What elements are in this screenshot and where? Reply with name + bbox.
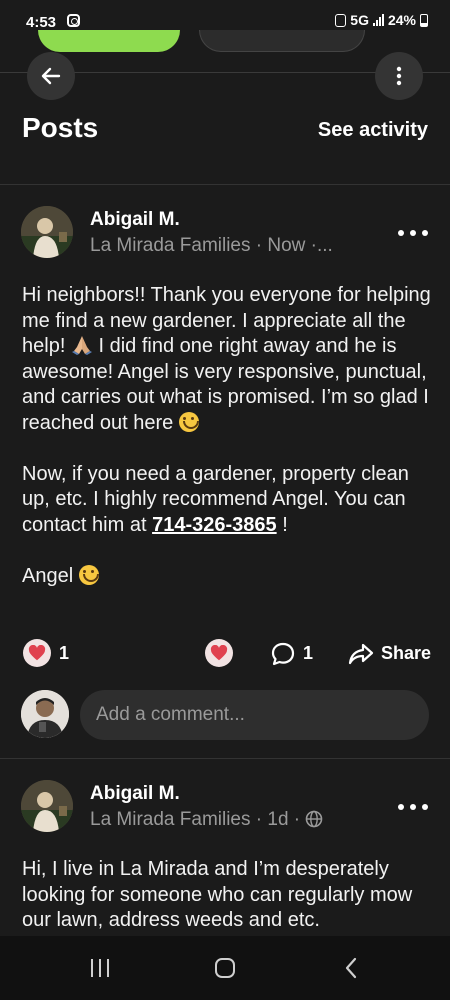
comment-icon[interactable] bbox=[270, 641, 296, 667]
share-button[interactable]: Share bbox=[381, 643, 431, 664]
page-title: Posts bbox=[22, 112, 99, 143]
post-paragraph-1: Hi neighbors!! Thank you everyone for he… bbox=[22, 283, 432, 436]
post-divider bbox=[0, 758, 450, 759]
battery-level: 24% bbox=[387, 12, 416, 28]
nav-back-icon[interactable] bbox=[344, 957, 358, 979]
post-paragraph-2: Now, if you need a gardener, property cl… bbox=[22, 462, 432, 539]
smile-icon bbox=[178, 411, 199, 432]
reaction-summary[interactable] bbox=[23, 639, 51, 667]
see-activity-link[interactable]: See activity bbox=[318, 119, 428, 142]
post-body: Hi neighbors!! Thank you everyone for he… bbox=[22, 283, 432, 589]
post-more-button[interactable] bbox=[398, 227, 428, 239]
partial-dark-button[interactable] bbox=[199, 30, 365, 52]
status-right: 5G 24% bbox=[335, 12, 428, 28]
post-more-button[interactable] bbox=[398, 801, 428, 813]
smile-icon bbox=[78, 564, 99, 585]
section-divider bbox=[0, 184, 450, 185]
system-nav-bar bbox=[0, 936, 450, 1000]
author-avatar[interactable] bbox=[21, 206, 73, 258]
signal-icon bbox=[372, 14, 384, 26]
reaction-count[interactable]: 1 bbox=[59, 643, 69, 664]
arrow-left-icon bbox=[41, 67, 61, 85]
phone-number-link[interactable]: 714-326-3865 bbox=[152, 514, 277, 536]
post-author[interactable]: Abigail M. bbox=[90, 209, 180, 231]
heart-icon bbox=[28, 645, 46, 661]
react-button[interactable] bbox=[205, 639, 233, 667]
post-text: ! bbox=[282, 513, 288, 536]
more-vertical-icon bbox=[396, 66, 402, 86]
author-avatar[interactable] bbox=[21, 780, 73, 832]
post-paragraph-3: Angel bbox=[22, 564, 432, 590]
share-icon[interactable] bbox=[348, 641, 374, 667]
prayer-hands-icon bbox=[71, 336, 92, 355]
status-time: 4:53 bbox=[26, 14, 57, 31]
post-body: Hi, I live in La Mirada and I’m desperat… bbox=[22, 858, 413, 931]
back-button[interactable] bbox=[27, 52, 75, 100]
comment-count[interactable]: 1 bbox=[303, 643, 313, 664]
post-meta[interactable]: La Mirada Families · 1d · bbox=[90, 809, 323, 831]
network-label: 5G bbox=[350, 12, 369, 28]
post-meta[interactable]: La Mirada Families · Now ·... bbox=[90, 235, 333, 257]
page-more-button[interactable] bbox=[375, 52, 423, 100]
alarm-icon bbox=[335, 13, 347, 27]
avatar-image bbox=[21, 690, 69, 738]
avatar-image bbox=[21, 206, 73, 258]
current-user-avatar bbox=[21, 690, 69, 738]
nav-recents-icon[interactable] bbox=[89, 958, 111, 978]
post-author[interactable]: Abigail M. bbox=[90, 783, 180, 805]
post-actions: 1 1 Share bbox=[0, 638, 450, 670]
more-horizontal-icon bbox=[398, 804, 404, 810]
post-text: Angel bbox=[22, 564, 74, 587]
heart-icon bbox=[210, 645, 228, 661]
partial-green-button[interactable] bbox=[38, 30, 180, 52]
post-meta-text: La Mirada Families · 1d · bbox=[90, 809, 301, 830]
battery-icon bbox=[420, 13, 428, 27]
avatar-image bbox=[21, 780, 73, 832]
nav-home-icon[interactable] bbox=[214, 957, 236, 979]
globe-icon bbox=[306, 810, 323, 828]
instagram-notification-icon bbox=[67, 14, 80, 27]
comment-placeholder: Add a comment... bbox=[96, 704, 245, 725]
comment-input[interactable]: Add a comment... bbox=[80, 690, 429, 740]
more-horizontal-icon bbox=[398, 230, 404, 236]
